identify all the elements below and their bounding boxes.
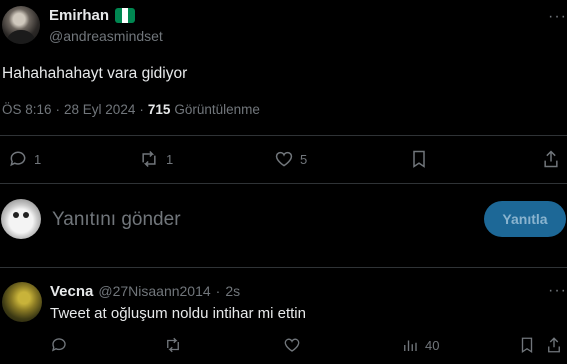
meta-separator: · (55, 102, 61, 117)
views-label: Görüntülenme (174, 102, 260, 117)
bookmark-icon (521, 337, 533, 354)
reply-separator: · (215, 283, 221, 299)
meta-separator: · (139, 102, 144, 117)
user-avatar[interactable] (1, 199, 41, 239)
bookmark-icon (413, 150, 425, 168)
reply-views-count: 40 (425, 337, 440, 353)
share-action[interactable] (542, 149, 560, 169)
reply-reply-action[interactable] (50, 336, 68, 354)
reply-author-name[interactable]: Vecna (50, 283, 93, 300)
author-name[interactable]: Emirhan (49, 7, 109, 24)
heart-icon (275, 151, 293, 167)
divider (0, 135, 567, 136)
author-name-row[interactable]: Emirhan (49, 7, 136, 24)
reply-count: 1 (34, 151, 42, 167)
reply-header: Vecna @27Nisaann2014 · 2s (50, 283, 240, 300)
nigeria-flag-icon (115, 8, 136, 23)
retweet-count: 1 (166, 151, 174, 167)
retweet-icon (167, 337, 179, 353)
more-options-icon[interactable]: ··· (548, 8, 567, 26)
reply-action[interactable]: 1 (8, 149, 41, 169)
tweet-text: Hahahahahayt vara gidiyor (2, 65, 188, 82)
reply-views-action[interactable]: 40 (401, 336, 439, 354)
like-count: 5 (300, 151, 308, 167)
views-count: 715 (147, 102, 171, 117)
share-icon (548, 337, 560, 353)
retweet-action[interactable]: 1 (138, 149, 173, 169)
share-icon (544, 150, 558, 168)
views-chart-icon (404, 340, 417, 351)
retweet-icon (142, 150, 156, 168)
reply-button[interactable]: Yanıtla (484, 201, 566, 237)
reply-author-avatar[interactable] (2, 282, 42, 322)
divider (0, 183, 567, 184)
reply-retweet-action[interactable] (163, 336, 183, 354)
tweet-date[interactable]: 28 Eyl 2024 (64, 102, 135, 117)
author-avatar[interactable] (2, 6, 40, 44)
reply-input[interactable] (52, 207, 382, 233)
reply-icon (51, 338, 66, 352)
reply-icon (10, 151, 26, 167)
divider (0, 267, 567, 268)
tweet-time[interactable]: ÖS 8:16 (2, 102, 52, 117)
reply-like-action[interactable] (283, 336, 301, 354)
reply-bookmark-action[interactable] (519, 336, 535, 354)
reply-text: Tweet at oğluşum noldu intihar mi ettin (50, 305, 306, 322)
reply-more-options-icon[interactable]: ··· (548, 282, 567, 300)
like-action[interactable]: 5 (274, 149, 307, 169)
reply-author-handle[interactable]: @27Nisaann2014 (98, 283, 210, 299)
reply-time[interactable]: 2s (225, 283, 240, 299)
bookmark-action[interactable] (410, 149, 428, 169)
reply-share-action[interactable] (546, 336, 562, 354)
heart-icon (284, 338, 300, 352)
tweet-meta: ÖS 8:16 · 28 Eyl 2024 · 715 Görüntülenme (2, 102, 260, 117)
author-handle[interactable]: @andreasmindset (49, 28, 163, 44)
